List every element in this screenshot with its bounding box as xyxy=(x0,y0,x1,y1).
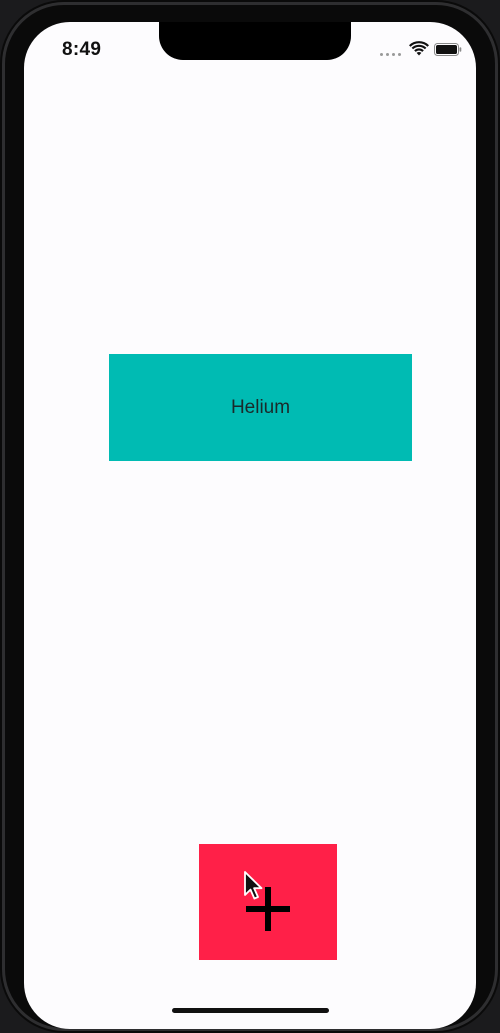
element-card-helium[interactable]: Helium xyxy=(109,354,412,461)
status-time: 8:49 xyxy=(62,39,102,60)
phone-frame: 8:49 Helium xyxy=(0,0,500,1033)
battery-icon xyxy=(434,43,462,56)
wifi-icon xyxy=(409,41,429,56)
home-indicator[interactable] xyxy=(172,1008,329,1013)
phone-screen: 8:49 Helium xyxy=(24,22,476,1029)
element-card-label: Helium xyxy=(230,396,291,418)
add-button[interactable] xyxy=(199,844,337,960)
signal-icon xyxy=(380,50,402,56)
plus-icon xyxy=(246,887,290,931)
notch xyxy=(159,22,351,60)
